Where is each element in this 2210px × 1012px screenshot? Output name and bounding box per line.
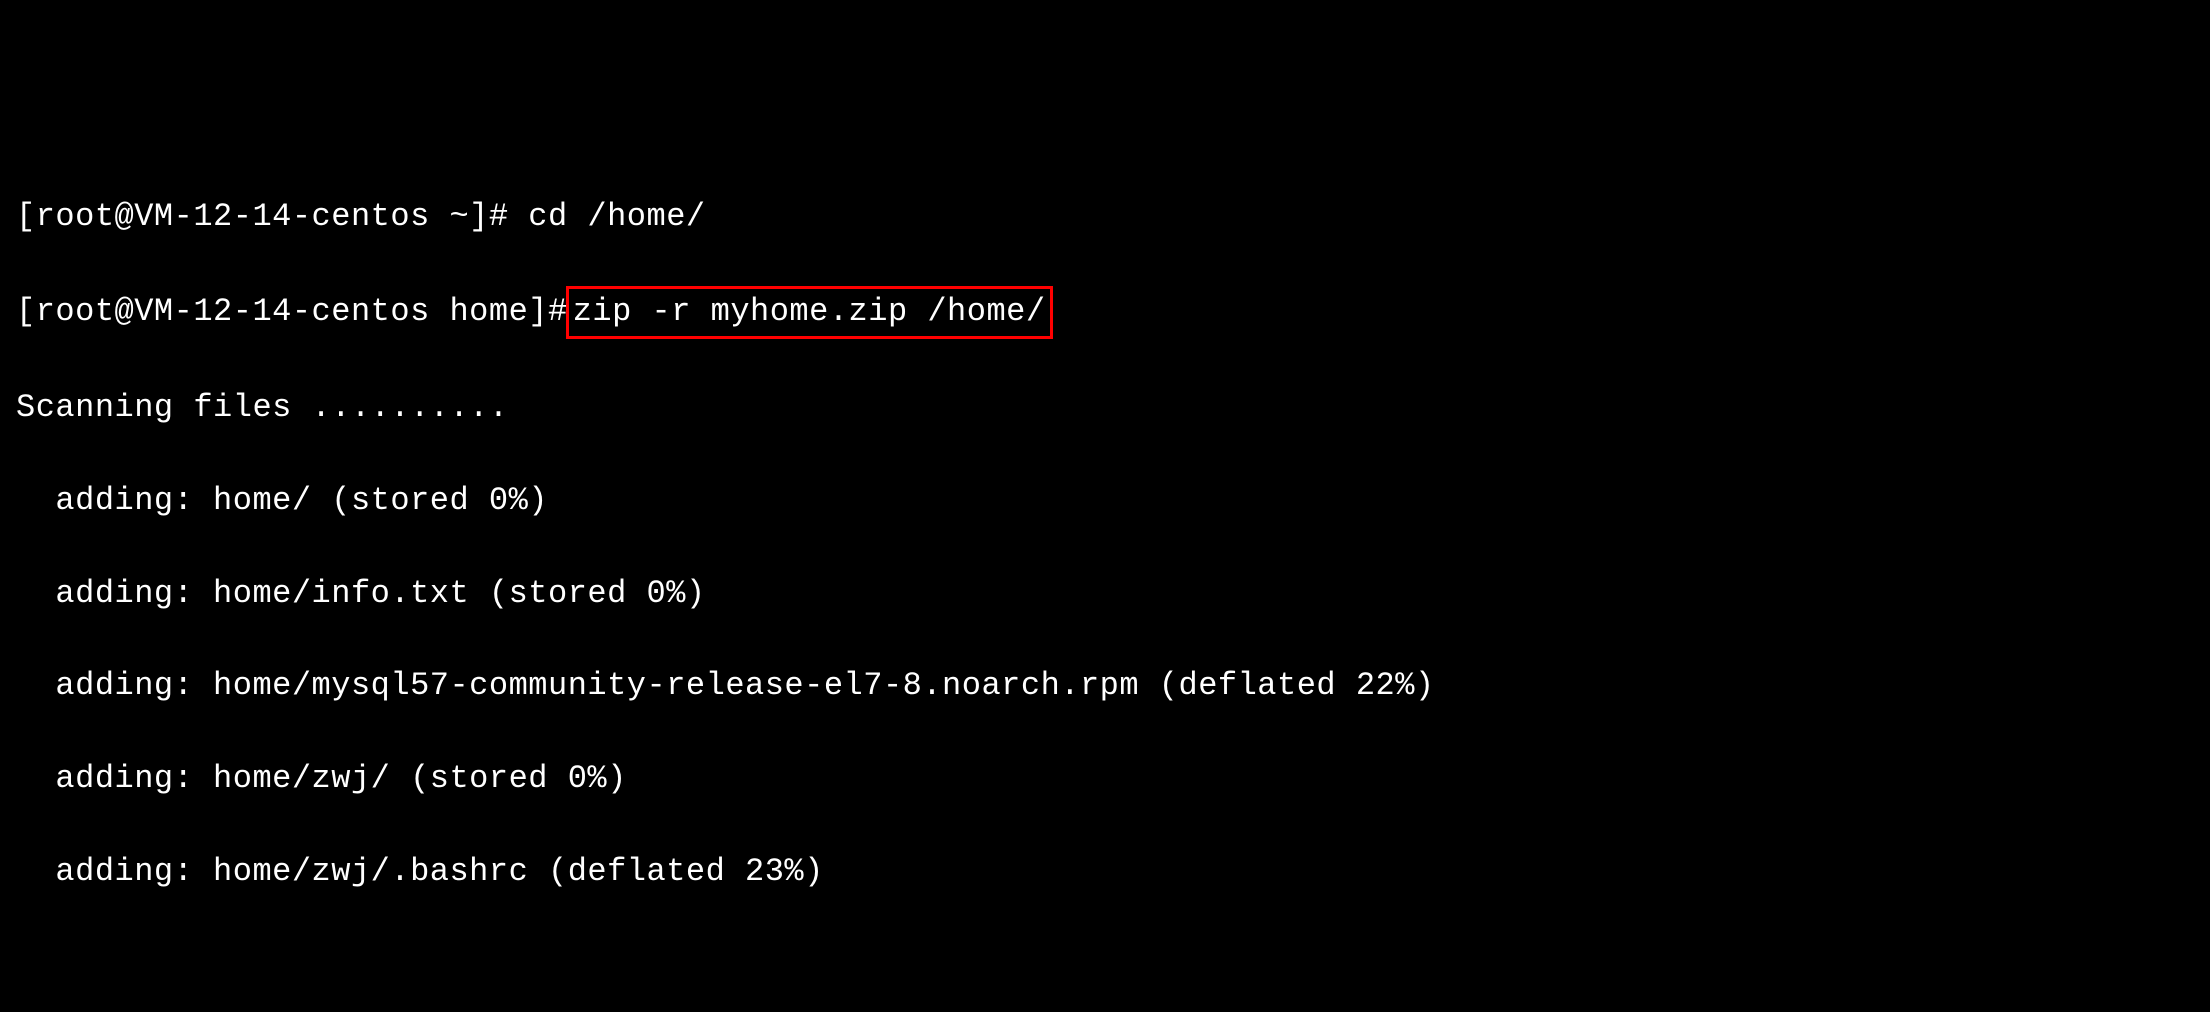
terminal-line-2: [root@VM-12-14-centos home]#zip -r myhom… — [16, 286, 2194, 338]
output-adding-3: adding: home/mysql57-community-release-e… — [16, 663, 2194, 709]
shell-prompt: [root@VM-12-14-centos ~]# — [16, 198, 528, 235]
output-adding-5: adding: home/zwj/.bashrc (deflated 23%) — [16, 849, 2194, 895]
output-adding-2: adding: home/info.txt (stored 0%) — [16, 571, 2194, 617]
output-scanning: Scanning files .......... — [16, 385, 2194, 431]
command-text: cd /home/ — [528, 198, 705, 235]
terminal-line-1: [root@VM-12-14-centos ~]# cd /home/ — [16, 194, 2194, 240]
output-adding-4: adding: home/zwj/ (stored 0%) — [16, 756, 2194, 802]
output-adding-1: adding: home/ (stored 0%) — [16, 478, 2194, 524]
highlighted-command: zip -r myhome.zip /home/ — [566, 286, 1053, 338]
shell-prompt: [root@VM-12-14-centos home]# — [16, 293, 568, 330]
